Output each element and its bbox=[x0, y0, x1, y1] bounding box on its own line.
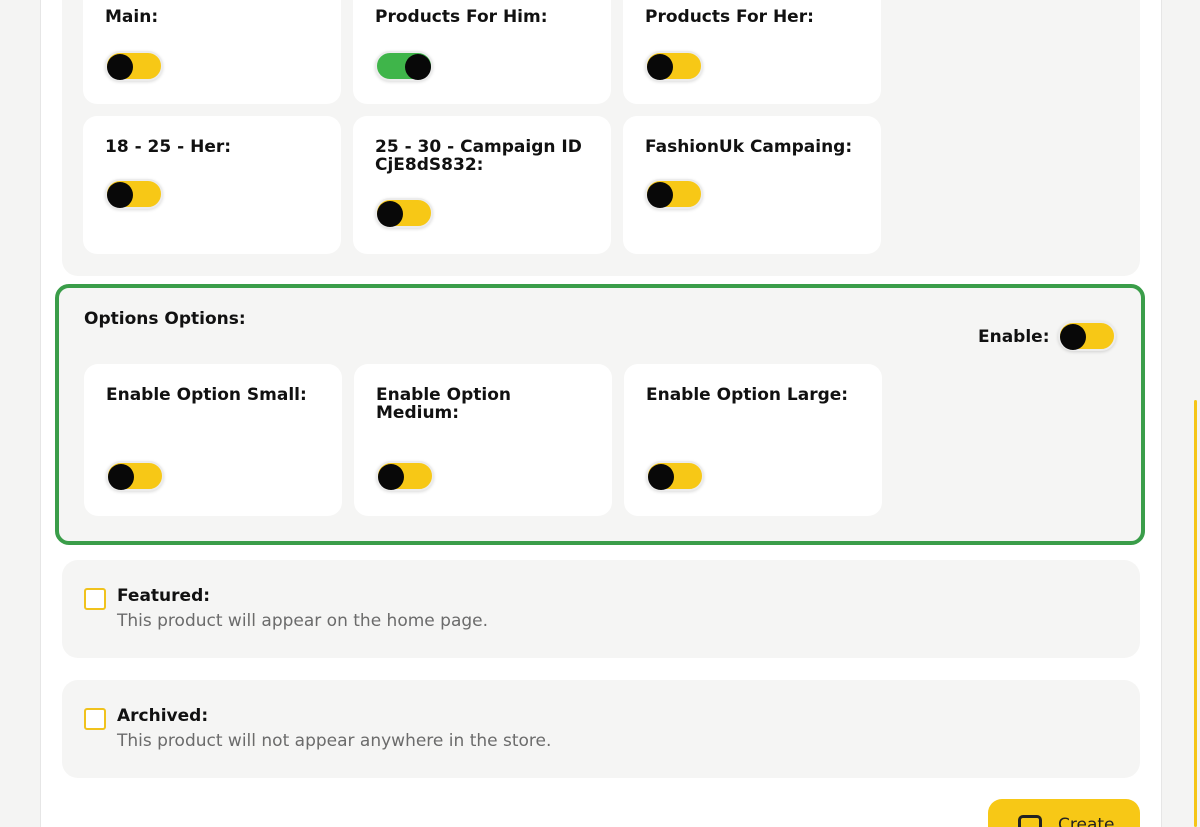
collection-card-18-25: 18 - 25 - Her: bbox=[83, 116, 341, 254]
option-label: Enable Option Small: bbox=[106, 385, 307, 405]
toggle-knob bbox=[648, 464, 674, 490]
collection-toggle-fashionuk[interactable] bbox=[645, 179, 703, 209]
options-title: Options Options: bbox=[84, 309, 246, 329]
option-card-small: Enable Option Small: bbox=[84, 364, 342, 516]
featured-panel: Featured: This product will appear on th… bbox=[62, 560, 1140, 658]
featured-title: Featured: bbox=[117, 586, 211, 606]
archived-panel: Archived: This product will not appear a… bbox=[62, 680, 1140, 778]
toggle-knob bbox=[405, 54, 431, 80]
collection-label: 25 - 30 - Campaign ID CjE8dS832: bbox=[375, 137, 582, 175]
collection-label: Products For Her: bbox=[645, 7, 814, 27]
collection-toggle-18-25[interactable] bbox=[105, 179, 163, 209]
toggle-knob bbox=[647, 182, 673, 208]
collection-toggle-her[interactable] bbox=[645, 51, 703, 81]
collection-card-him: Products For Him: bbox=[353, 0, 611, 104]
toggle-knob bbox=[1060, 324, 1086, 350]
save-icon bbox=[1018, 815, 1042, 827]
collection-label: FashionUk Campaing: bbox=[645, 137, 853, 157]
option-toggle-medium[interactable] bbox=[376, 461, 434, 491]
archived-title: Archived: bbox=[117, 706, 209, 726]
option-label: Enable Option Medium: bbox=[376, 385, 511, 423]
option-card-medium: Enable Option Medium: bbox=[354, 364, 612, 516]
collection-toggle-25-30[interactable] bbox=[375, 198, 433, 228]
create-button[interactable]: Create bbox=[988, 799, 1140, 827]
collection-card-fashionuk: FashionUk Campaing: bbox=[623, 116, 881, 254]
featured-description: This product will appear on the home pag… bbox=[117, 611, 489, 631]
collection-card-25-30: 25 - 30 - Campaign ID CjE8dS832: bbox=[353, 116, 611, 254]
create-button-label: Create bbox=[1058, 815, 1115, 827]
toggle-knob bbox=[647, 54, 673, 80]
collection-card-main: Main: bbox=[83, 0, 341, 104]
toggle-knob bbox=[378, 464, 404, 490]
toggle-knob bbox=[107, 182, 133, 208]
collection-toggle-him[interactable] bbox=[375, 51, 433, 81]
enable-label: Enable: bbox=[978, 327, 1050, 347]
toggle-knob bbox=[377, 201, 403, 227]
collection-label: Products For Him: bbox=[375, 7, 548, 27]
option-toggle-large[interactable] bbox=[646, 461, 704, 491]
option-toggle-small[interactable] bbox=[106, 461, 164, 491]
toggle-knob bbox=[108, 464, 134, 490]
scrollbar-thumb[interactable] bbox=[1194, 400, 1197, 827]
collections-panel: Main: Products For Him: Products For Her… bbox=[62, 0, 1140, 276]
archived-description: This product will not appear anywhere in… bbox=[117, 731, 552, 751]
options-enable-toggle[interactable] bbox=[1058, 321, 1116, 351]
archived-checkbox[interactable] bbox=[84, 708, 106, 730]
featured-checkbox[interactable] bbox=[84, 588, 106, 610]
collection-label: Main: bbox=[105, 7, 159, 27]
collection-toggle-main[interactable] bbox=[105, 51, 163, 81]
option-label: Enable Option Large: bbox=[646, 385, 849, 405]
collection-card-her: Products For Her: bbox=[623, 0, 881, 104]
toggle-knob bbox=[107, 54, 133, 80]
option-card-large: Enable Option Large: bbox=[624, 364, 882, 516]
collection-label: 18 - 25 - Her: bbox=[105, 137, 232, 157]
